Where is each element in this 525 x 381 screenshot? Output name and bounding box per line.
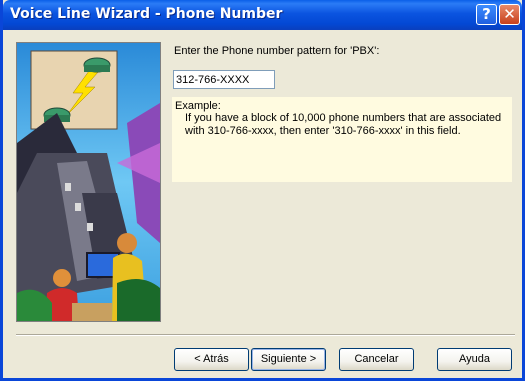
- close-icon[interactable]: ✕: [499, 4, 520, 25]
- example-info-box: Example: If you have a block of 10,000 p…: [172, 97, 512, 182]
- phone-pattern-label: Enter the Phone number pattern for 'PBX'…: [174, 45, 380, 57]
- help-icon[interactable]: ?: [476, 4, 497, 25]
- phone-pattern-input[interactable]: [173, 70, 275, 89]
- example-heading: Example:: [175, 100, 221, 112]
- window-title: Voice Line Wizard - Phone Number: [10, 6, 283, 22]
- wizard-window: Voice Line Wizard - Phone Number ? ✕ Ent…: [0, 0, 525, 381]
- next-button[interactable]: Siguiente >: [251, 348, 326, 371]
- wizard-illustration: [16, 42, 161, 322]
- footer-separator: [16, 334, 515, 336]
- cancel-button[interactable]: Cancelar: [339, 348, 414, 371]
- example-text: If you have a block of 10,000 phone numb…: [185, 112, 502, 137]
- help-button[interactable]: Ayuda: [437, 348, 512, 371]
- title-bar[interactable]: Voice Line Wizard - Phone Number ? ✕: [3, 0, 522, 30]
- back-button[interactable]: < Atrás: [174, 348, 249, 371]
